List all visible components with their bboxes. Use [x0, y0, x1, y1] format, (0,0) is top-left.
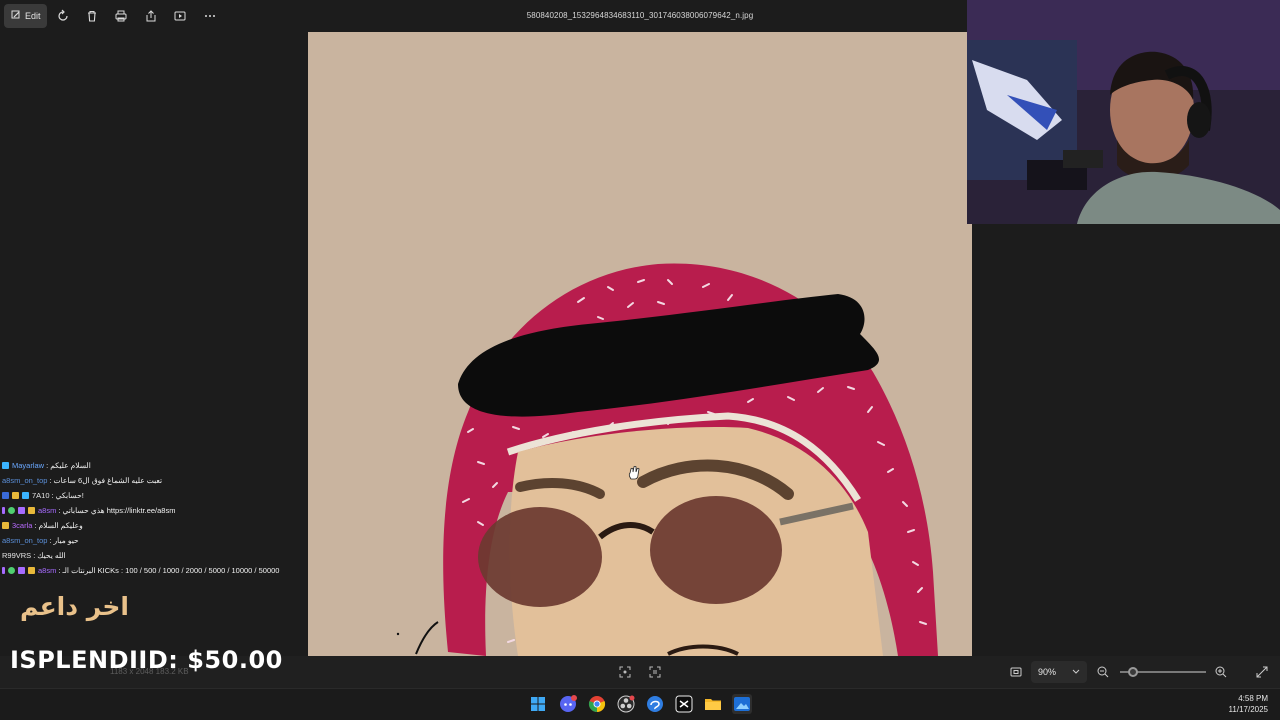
chat-badge-icon	[22, 492, 29, 499]
chat-badge-icon	[18, 567, 25, 574]
chat-badge-icon	[18, 507, 25, 514]
streamer-cam-image	[967, 0, 1280, 224]
discord-icon[interactable]	[558, 694, 578, 714]
chat-badge-icon	[12, 492, 19, 499]
chat-text: الله يحيك	[37, 551, 66, 560]
chat-badge-icon	[2, 522, 9, 529]
chat-message: R99VRS : الله يحيك	[2, 548, 307, 563]
chat-badge-icon	[2, 567, 5, 574]
crop-icon[interactable]	[618, 665, 632, 684]
zoom-in-icon[interactable]	[1214, 665, 1228, 684]
chat-text: وعليكم السلام	[38, 521, 83, 530]
chevron-down-icon	[1072, 667, 1080, 677]
chat-username: 3carla	[12, 521, 33, 530]
chat-text: البرنتات الـ KICKs : 100 / 500 / 1000 / …	[62, 566, 280, 575]
chat-badge-icon	[8, 507, 15, 514]
chat-username: a8sm_on_top	[2, 476, 48, 485]
chat-text: حيو ميار	[53, 536, 79, 545]
chat-badge-icon	[2, 507, 5, 514]
chat-badge-icon	[8, 567, 15, 574]
capcut-icon[interactable]	[674, 694, 694, 714]
last-supporter-label: اخر داعم	[20, 592, 129, 621]
chat-message: 3carla : وعليكم السلام	[2, 518, 307, 533]
chat-message: 7A10 : حسابكي!	[2, 488, 307, 503]
chat-username: 7A10	[32, 491, 50, 500]
zoom-dropdown[interactable]: 90%	[1031, 661, 1087, 683]
more-icon[interactable]	[202, 8, 218, 24]
windows-start-icon[interactable]	[528, 694, 548, 714]
chat-text: السلام عليكم	[50, 461, 91, 470]
edit-button[interactable]: Edit	[4, 4, 47, 28]
clock-time: 4:58 PM	[1238, 694, 1268, 703]
chat-message: a8sm_on_top : حيو ميار	[2, 533, 307, 548]
edit-label: Edit	[25, 11, 41, 21]
clock-date: 11/17/2025	[1228, 705, 1268, 714]
share-icon[interactable]	[143, 8, 159, 24]
chrome-icon[interactable]	[587, 694, 607, 714]
chat-message: a8sm : هذي حساباتي https://linktr.ee/a8s…	[2, 503, 307, 518]
chat-badge-icon	[28, 507, 35, 514]
app-window: Edit 580840208_1532964834683110_30174603…	[0, 0, 1280, 720]
zoom-out-icon[interactable]	[1096, 665, 1110, 684]
obs-icon[interactable]	[616, 694, 636, 714]
taskbar	[0, 688, 1280, 720]
chat-text: هذي حساباتي https://linktr.ee/a8sm	[62, 506, 176, 515]
photo-toolbar: Edit 580840208_1532964834683110_30174603…	[0, 0, 967, 32]
chat-message: a8sm_on_top : تعبت عليه الشماغ فوق ال6 س…	[2, 473, 307, 488]
zoom-value: 90%	[1038, 667, 1057, 677]
edge-icon[interactable]	[645, 694, 665, 714]
file-explorer-icon[interactable]	[703, 694, 723, 714]
chat-username: Mayarlaw	[12, 461, 45, 470]
fullscreen-icon[interactable]	[1255, 665, 1269, 684]
portrait-drawing	[396, 263, 938, 656]
slideshow-icon[interactable]	[172, 8, 188, 24]
chat-message: Mayarlaw : السلام عليكم	[2, 458, 307, 473]
image-canvas[interactable]	[308, 32, 972, 656]
chat-badge-icon	[2, 462, 9, 469]
print-icon[interactable]	[113, 8, 129, 24]
donation-alert: ISPLENDIID: $50.00	[10, 646, 283, 674]
chat-username: a8sm	[38, 506, 57, 515]
stream-chat: Mayarlaw : السلام عليكم a8sm_on_top : تع…	[2, 458, 307, 578]
scan-text-icon[interactable]	[648, 665, 662, 684]
rotate-icon[interactable]	[55, 8, 71, 24]
chat-username: a8sm_on_top	[2, 536, 48, 545]
chat-message: a8sm : البرنتات الـ KICKs : 100 / 500 / …	[2, 563, 307, 578]
chat-text: تعبت عليه الشماغ فوق ال6 ساعات	[53, 476, 163, 485]
edit-pencil-icon	[11, 10, 21, 22]
file-name: 580840208_1532964834683110_3017460380060…	[526, 11, 754, 20]
chat-badge-icon	[2, 492, 9, 499]
chat-badge-icon	[28, 567, 35, 574]
webcam-overlay	[967, 0, 1280, 224]
chat-text: حسابكي!	[55, 491, 84, 500]
zoom-slider-thumb[interactable]	[1128, 667, 1138, 677]
system-clock[interactable]: 4:58 PM 11/17/2025	[1229, 693, 1268, 715]
chat-username: R99VRS	[2, 551, 32, 560]
fit-to-window-icon[interactable]	[1009, 665, 1023, 684]
chat-username: a8sm	[38, 566, 57, 575]
photos-icon[interactable]	[732, 694, 752, 714]
delete-icon[interactable]	[84, 8, 100, 24]
